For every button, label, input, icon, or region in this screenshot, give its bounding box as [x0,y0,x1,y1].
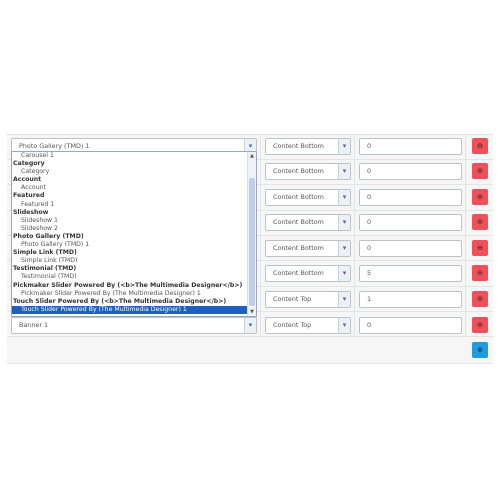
minus-circle-icon: ⊖ [477,321,483,329]
dropdown-group-label: Slideshow [13,208,49,216]
sort-order-input[interactable]: 0 [359,214,462,231]
remove-module-button[interactable]: ⊖ [472,189,488,205]
dropdown-option[interactable]: Slideshow 1 [12,217,256,225]
module-select-value: Banner 1 [19,321,49,329]
add-module-button[interactable]: ⊕ [472,342,488,358]
remove-module-button[interactable]: ⊖ [472,214,488,230]
column-separator [260,134,261,336]
dropdown-option[interactable]: Slideshow 2 [12,225,256,233]
remove-module-button[interactable]: ⊖ [472,265,488,281]
sort-order-input[interactable]: 5 [359,265,462,282]
module-select[interactable]: Banner 1 ▾ [11,317,257,334]
position-value: Content Bottom [273,193,324,201]
sort-order-input[interactable]: 0 [359,317,462,334]
minus-circle-icon: ⊖ [477,142,483,150]
plus-circle-icon: ⊕ [477,346,483,354]
module-dropdown-list[interactable]: Carousel 1 Category Category Account Account… [11,151,257,317]
chevron-down-icon: ▾ [338,318,350,333]
position-value: Content Bottom [273,244,324,252]
remove-module-button[interactable]: ⊖ [472,138,488,154]
position-select[interactable]: Content Bottom ▾ [265,265,351,282]
position-value: Content Top [273,295,312,303]
sort-order-input[interactable]: 0 [359,138,462,155]
chevron-down-icon: ▾ [338,241,350,256]
position-select[interactable]: Content Bottom ▾ [265,189,351,206]
sort-order-input[interactable]: 1 [359,291,462,308]
chevron-down-icon: ▾ [338,292,350,307]
dropdown-group-label: Testimonial (TMD) [13,265,77,273]
position-select[interactable]: Content Top ▾ [265,291,351,308]
dropdown-scrollbar[interactable]: ▲ ▼ [247,152,256,316]
dropdown-group-label: Featured [13,192,45,200]
chevron-down-icon: ▾ [338,190,350,205]
position-select[interactable]: Content Bottom ▾ [265,240,351,257]
remove-module-button[interactable]: ⊖ [472,240,488,256]
position-value: Content Bottom [273,167,324,175]
minus-circle-icon: ⊖ [477,167,483,175]
dropdown-option[interactable]: Simple Link (TMD) [12,257,256,265]
column-separator [354,134,355,336]
dropdown-option[interactable]: Account [12,184,256,192]
minus-circle-icon: ⊖ [477,295,483,303]
dropdown-option[interactable]: Pickmaker Slider Powered By (The Multime… [12,290,256,298]
dropdown-option[interactable]: Category [12,168,256,176]
remove-module-button[interactable]: ⊖ [472,291,488,307]
position-select[interactable]: Content Bottom ▾ [265,214,351,231]
sort-order-input[interactable]: 0 [359,189,462,206]
dropdown-group-label: Photo Gallery (TMD) [13,232,84,240]
chevron-down-icon: ▾ [244,318,256,333]
sort-order-input[interactable]: 0 [359,240,462,257]
position-select[interactable]: Content Top ▾ [265,317,351,334]
minus-circle-icon: ⊖ [477,269,483,277]
remove-module-button[interactable]: ⊖ [472,163,488,179]
scrollbar-thumb[interactable] [249,178,255,306]
row-separator [7,336,493,337]
position-value: Content Top [273,321,312,329]
chevron-down-icon: ▾ [338,215,350,230]
dropdown-group-label: Touch Slider Powered By (<b>The Multimed… [13,297,227,305]
dropdown-option[interactable]: Testimonial (TMD) [12,273,256,281]
position-value: Content Bottom [273,142,324,150]
column-separator [465,134,466,336]
chevron-down-icon: ▾ [338,164,350,179]
chevron-down-icon: ▾ [338,266,350,281]
chevron-down-icon: ▾ [338,139,350,154]
scroll-down-icon[interactable]: ▼ [248,308,256,316]
module-select-value: Photo Gallery (TMD) 1 [19,142,90,150]
minus-circle-icon: ⊖ [477,244,483,252]
dropdown-option[interactable]: Carousel 1 [12,152,256,160]
position-value: Content Bottom [273,269,324,277]
sort-order-input[interactable]: 0 [359,163,462,180]
dropdown-option[interactable]: Photo Gallery (TMD) 1 [12,241,256,249]
position-select[interactable]: Content Bottom ▾ [265,163,351,180]
dropdown-group-label: Simple Link (TMD) [13,249,77,257]
dropdown-group-label: Account [13,176,42,184]
position-value: Content Bottom [273,218,324,226]
dropdown-group-label: Category [13,160,45,168]
position-select[interactable]: Content Bottom ▾ [265,138,351,155]
minus-circle-icon: ⊖ [477,193,483,201]
remove-module-button[interactable]: ⊖ [472,317,488,333]
dropdown-option[interactable]: Featured 1 [12,201,256,209]
dropdown-group-label: Pickmaker Slider Powered By (<b>The Mult… [13,281,243,289]
dropdown-option[interactable]: Touch Slider Powered By (The Multimedia … [12,305,256,314]
minus-circle-icon: ⊖ [477,218,483,226]
scroll-up-icon[interactable]: ▲ [248,152,256,160]
